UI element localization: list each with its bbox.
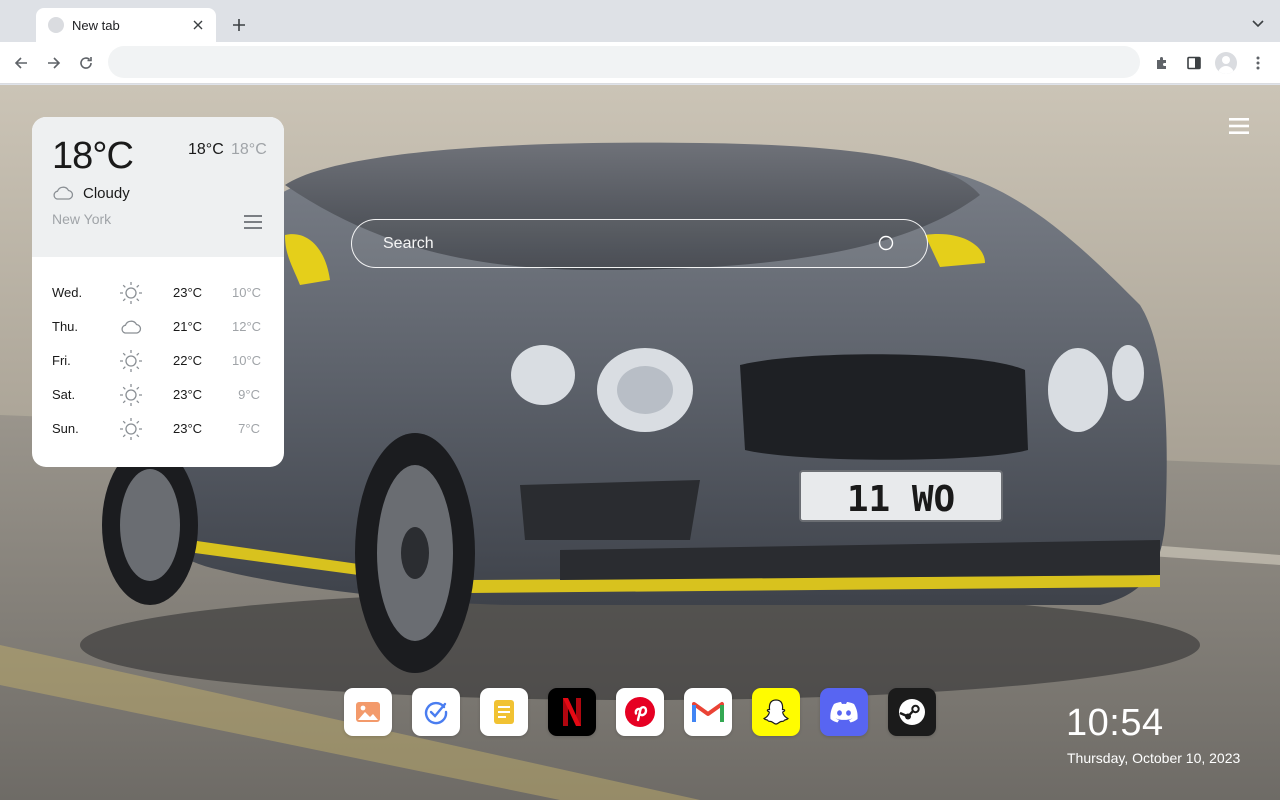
forecast-low: 10°C [232,353,262,368]
reload-icon [80,57,92,69]
arrow-right-icon [48,57,61,69]
forecast-list: Wed. 23°C 10°C Thu. 21°C 12°C Fri. 22°C … [32,257,284,445]
forecast-low: 10°C [232,285,262,300]
gallery-app-button[interactable] [344,688,392,736]
extensions-button[interactable] [1151,52,1173,74]
sun-icon [120,350,142,372]
search-placeholder: Search [383,235,434,252]
forecast-day: Wed. [52,285,83,300]
chevron-down-icon[interactable] [1248,14,1268,34]
forecast-row: Sun. 23°C 7°C [32,411,284,445]
browser-menu-button[interactable] [1247,52,1269,74]
forecast-high: 23°C [173,387,203,402]
forecast-row: Fri. 22°C 10°C [32,343,284,377]
forecast-high: 21°C [173,319,203,334]
clock-time: 10:54 [1066,702,1164,744]
check-circle-icon [424,701,448,725]
note-icon [494,700,514,724]
kebab-menu-icon [1256,56,1260,70]
browser-toolbar [0,42,1280,84]
sun-icon [120,384,142,406]
forecast-row: Sat. 23°C 9°C [32,377,284,411]
today-low: 18°C [231,141,267,158]
forecast-row: Wed. 23°C 10°C [32,275,284,309]
search-icon[interactable] [878,235,896,253]
tab-strip: New tab [0,0,1280,42]
new-tab-button[interactable] [228,14,250,36]
cloud-icon [53,186,74,200]
forecast-high: 22°C [173,353,203,368]
forecast-high: 23°C [173,421,203,436]
netflix-icon [563,698,581,726]
reload-button[interactable] [75,52,97,74]
snapchat-app-button[interactable] [752,688,800,736]
netflix-app-button[interactable] [548,688,596,736]
cloud-icon [121,320,142,334]
image-icon [356,702,380,722]
discord-app-button[interactable] [820,688,868,736]
clock-date: Thursday, October 10, 2023 [1067,750,1241,766]
discord-icon [830,702,858,723]
forecast-day: Sat. [52,387,76,402]
weather-widget: 18°C 18°C 18°C Cloudy New York Wed. 23°C… [32,117,284,467]
steam-icon [899,699,925,725]
weather-city: New York [52,211,112,227]
app-dock [344,688,936,736]
tab-new-tab[interactable]: New tab [36,8,216,42]
tasks-app-button[interactable] [412,688,460,736]
profile-button[interactable] [1215,52,1237,74]
weather-condition: Cloudy [83,185,130,202]
forecast-day: Thu. [52,319,79,334]
gmail-icon [692,702,724,722]
search-input[interactable]: Search [351,219,928,268]
forecast-low: 7°C [238,421,260,436]
tab-title: New tab [72,17,120,33]
forecast-high: 23°C [173,285,203,300]
steam-app-button[interactable] [888,688,936,736]
forecast-low: 12°C [232,319,262,334]
pinterest-app-button[interactable] [616,688,664,736]
side-panel-button[interactable] [1183,52,1205,74]
tab-favicon-icon [48,17,64,33]
forecast-row: Thu. 21°C 12°C [32,309,284,343]
current-temperature: 18°C [52,135,134,177]
license-plate: 11 WO [847,479,955,520]
pinterest-icon [625,697,655,727]
forecast-low: 9°C [238,387,260,402]
weather-menu-icon[interactable] [243,213,263,231]
snapchat-icon [763,699,789,725]
forward-button[interactable] [43,52,65,74]
weather-current: 18°C 18°C 18°C Cloudy New York [32,117,284,257]
notes-app-button[interactable] [480,688,528,736]
new-tab-page: 11 WO 18°C 18°C 18°C Cloudy New York Wed… [0,85,1280,800]
avatar [1215,52,1237,74]
sun-icon [120,418,142,440]
close-icon[interactable] [190,17,206,33]
address-bar[interactable] [108,46,1140,78]
sun-icon [120,282,142,304]
back-button[interactable] [10,52,32,74]
today-high: 18°C [188,141,224,158]
forecast-day: Sun. [52,421,79,436]
gmail-app-button[interactable] [684,688,732,736]
hamburger-menu-icon[interactable] [1228,117,1250,135]
puzzle-icon [1157,57,1166,69]
forecast-day: Fri. [52,353,71,368]
arrow-left-icon [14,57,27,69]
side-panel-icon [1187,56,1201,70]
